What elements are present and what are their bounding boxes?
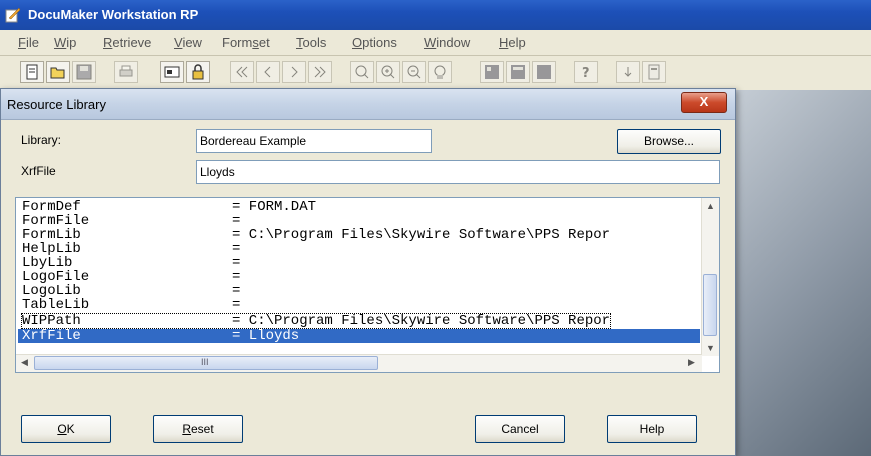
menu-file[interactable]: File	[18, 35, 39, 50]
save-icon[interactable]	[72, 61, 96, 83]
prev-page-icon[interactable]	[256, 61, 280, 83]
menu-tools[interactable]: Tools	[296, 35, 326, 50]
menu-view[interactable]: View	[174, 35, 202, 50]
scroll-left-icon[interactable]: ◀	[21, 357, 28, 368]
ok-button[interactable]: OK	[21, 415, 111, 443]
page-view-icon[interactable]	[480, 61, 504, 83]
list-item[interactable]: LogoFile =	[22, 270, 240, 284]
menu-window[interactable]: Window	[424, 35, 470, 50]
library-label: Library:	[21, 133, 62, 147]
menu-formset[interactable]: Formset	[222, 35, 270, 50]
down-arrow-icon[interactable]	[616, 61, 640, 83]
scroll-grip: III	[201, 357, 209, 367]
menu-options[interactable]: Options	[352, 35, 397, 50]
first-page-icon[interactable]	[230, 61, 254, 83]
list-item[interactable]: LogoLib =	[22, 284, 240, 298]
list-item[interactable]: TableLib =	[22, 298, 240, 312]
menu-help[interactable]: Help	[499, 35, 526, 50]
resource-library-dialog: Resource Library X Library: Bordereau Ex…	[0, 88, 736, 456]
last-page-icon[interactable]	[308, 61, 332, 83]
zoom-icon[interactable]	[350, 61, 374, 83]
close-icon[interactable]: X	[681, 92, 727, 113]
list-item-focused[interactable]: WIPPath = C:\Program Files\Skywire Softwa…	[20, 313, 612, 329]
app-logo-icon	[5, 7, 21, 23]
new-icon[interactable]	[20, 61, 44, 83]
help-button[interactable]: Help	[607, 415, 697, 443]
preview-icon[interactable]	[428, 61, 452, 83]
library-field[interactable]: Bordereau Example	[196, 129, 432, 153]
list-item[interactable]: FormDef = FORM.DAT	[22, 200, 316, 214]
scroll-up-icon[interactable]: ▲	[706, 201, 715, 211]
lock-icon[interactable]	[186, 61, 210, 83]
vertical-scrollbar[interactable]: ▲ ▼	[701, 198, 719, 356]
menu-retrieve[interactable]: Retrieve	[103, 35, 151, 50]
svg-text:?: ?	[582, 66, 590, 80]
list-item[interactable]: FormFile =	[22, 214, 240, 228]
reset-button[interactable]: Reset	[153, 415, 243, 443]
card-icon[interactable]	[160, 61, 184, 83]
dialog-titlebar[interactable]: Resource Library X	[1, 89, 735, 120]
scroll-right-icon[interactable]: ▶	[688, 357, 695, 368]
app-titlebar[interactable]: DocuMaker Workstation RP	[0, 0, 871, 30]
zoom-out-icon[interactable]	[402, 61, 426, 83]
xrffile-label: XrfFile	[21, 164, 56, 178]
list-item-selected[interactable]: XrfFile = Lloyds	[18, 329, 700, 343]
open-icon[interactable]	[46, 61, 70, 83]
menu-wip[interactable]: Wip	[54, 35, 76, 50]
fill-icon[interactable]	[532, 61, 556, 83]
browse-button[interactable]: Browse...	[617, 129, 721, 154]
xrffile-field[interactable]: Lloyds	[196, 160, 720, 184]
horizontal-scrollbar[interactable]: ◀ III ▶	[16, 354, 702, 372]
vertical-scroll-thumb[interactable]	[703, 274, 717, 336]
horizontal-scroll-thumb[interactable]: III	[34, 356, 378, 370]
help-icon[interactable]: ?	[574, 61, 598, 83]
scroll-down-icon[interactable]: ▼	[706, 343, 715, 353]
list-item[interactable]: LbyLib =	[22, 256, 240, 270]
menu-bar: File Wip Retrieve View Formset Tools Opt…	[0, 30, 871, 56]
toolbar: ?	[0, 56, 871, 90]
form-icon[interactable]	[642, 61, 666, 83]
app-title: DocuMaker Workstation RP	[28, 7, 199, 22]
list-item[interactable]: HelpLib =	[22, 242, 240, 256]
cancel-button[interactable]: Cancel	[475, 415, 565, 443]
next-page-icon[interactable]	[282, 61, 306, 83]
zoom-in-icon[interactable]	[376, 61, 400, 83]
layout-icon[interactable]	[506, 61, 530, 83]
resource-list[interactable]: FormDef = FORM.DAT FormFile = FormLib = C:\…	[15, 197, 720, 373]
dialog-title: Resource Library	[7, 97, 106, 112]
list-item[interactable]: FormLib = C:\Program Files\Skywire Softwa…	[22, 228, 610, 242]
print-icon[interactable]	[114, 61, 138, 83]
